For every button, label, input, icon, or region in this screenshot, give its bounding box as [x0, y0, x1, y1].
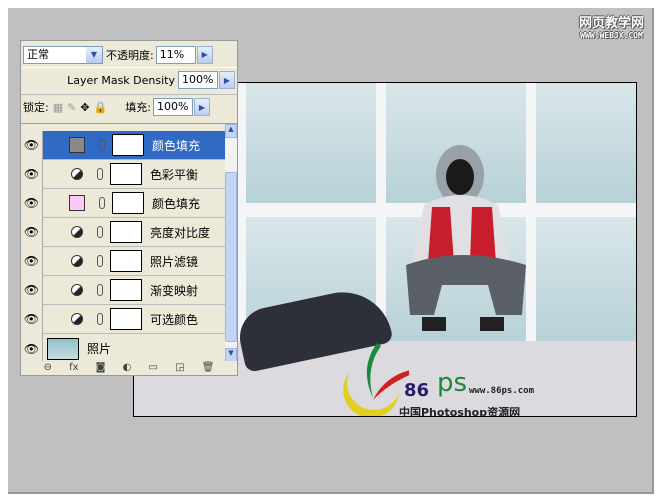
logo-number: 86	[404, 380, 430, 401]
chevron-down-icon: ▼	[86, 46, 102, 63]
layer-row[interactable]: 👁 颜色填充	[21, 188, 225, 218]
scroll-thumb[interactable]	[225, 172, 237, 342]
layer-mask-thumbnail	[110, 221, 142, 243]
eye-icon[interactable]: 👁	[21, 188, 43, 218]
layer-row[interactable]: 👁 可选颜色	[21, 304, 225, 334]
link-chain-icon[interactable]	[97, 313, 103, 325]
adjustment-layer-icon	[71, 226, 83, 238]
layer-mask-thumbnail	[112, 192, 144, 214]
lock-label: 锁定:	[23, 101, 49, 114]
layer-row[interactable]: 👁 颜色填充	[21, 130, 225, 160]
mask-density-input[interactable]: 100%	[178, 71, 218, 89]
link-chain-icon[interactable]	[97, 226, 103, 238]
logo-caption: 中国Photoshop资源网	[399, 406, 521, 417]
eye-icon[interactable]: 👁	[21, 159, 43, 189]
fx-icon[interactable]: fx	[69, 362, 78, 373]
mask-density-label: Layer Mask Density	[67, 73, 175, 87]
link-chain-icon[interactable]	[97, 284, 103, 296]
adjustment-icon[interactable]: ◐	[123, 362, 132, 373]
layer-thumbnail	[47, 337, 79, 360]
link-chain-icon[interactable]	[97, 255, 103, 267]
layer-row[interactable]: 👁 亮度对比度	[21, 217, 225, 247]
adjustment-layer-icon	[71, 168, 83, 180]
eye-icon[interactable]: 👁	[21, 130, 43, 160]
blend-mode-value: 正常	[27, 47, 49, 61]
person-figure	[406, 145, 526, 331]
lock-all-icon[interactable]: 🔒	[94, 101, 108, 114]
layer-name: 颜色填充	[152, 196, 201, 211]
eye-icon[interactable]: 👁	[21, 334, 43, 361]
layer-row[interactable]: 👁 渐变映射	[21, 275, 225, 305]
eye-icon[interactable]: 👁	[21, 217, 43, 247]
logo-url: www.86ps.com	[469, 386, 535, 396]
link-chain-icon[interactable]	[97, 168, 103, 180]
adjustment-layer-icon	[71, 313, 83, 325]
watermark-url: WWW.WEBJX.COM	[580, 31, 643, 40]
opacity-slider-button[interactable]: ▶	[196, 45, 213, 64]
fill-label: 填充:	[125, 101, 151, 114]
layers-scrollbar[interactable]: ▲ ▼	[225, 124, 237, 361]
logo-ps: ps	[437, 368, 468, 398]
lock-transparency-icon[interactable]: ▦	[53, 101, 63, 114]
opacity-input[interactable]: 11%	[155, 45, 196, 64]
fill-swatch	[69, 137, 85, 153]
layer-mask-thumbnail	[110, 308, 142, 330]
layer-mask-thumbnail	[110, 163, 142, 185]
layer-photo[interactable]: 👁 照片	[21, 334, 225, 361]
layer-name: 色彩平衡	[150, 167, 199, 182]
eye-icon[interactable]: 👁	[21, 275, 43, 305]
layers-list: 👁 颜色填充 👁 色彩平衡 👁 颜色填充 👁 亮度对比度 👁 照片滤镜 👁 渐变映射 👁 可选颜色 👁 照…	[21, 123, 237, 361]
layer-name: 照片	[87, 342, 112, 356]
lock-move-icon[interactable]: ✥	[80, 101, 89, 114]
eye-icon[interactable]: 👁	[21, 246, 43, 276]
lock-brush-icon[interactable]: ✎	[67, 101, 76, 114]
layer-mask-thumbnail	[112, 134, 144, 156]
layer-mask-thumbnail	[110, 250, 142, 272]
layer-name: 可选颜色	[150, 312, 199, 327]
trash-icon[interactable]: 🗑	[202, 362, 215, 373]
layer-name: 照片滤镜	[150, 254, 199, 269]
fill-input[interactable]: 100%	[152, 98, 193, 116]
layer-row[interactable]: 👁 照片滤镜	[21, 246, 225, 276]
layer-mask-thumbnail	[110, 279, 142, 301]
adjustment-layer-icon	[71, 284, 83, 296]
86ps-logo: 86 ps www.86ps.com 中国Photoshop资源网	[339, 338, 559, 417]
eye-icon[interactable]: 👁	[21, 304, 43, 334]
fill-swatch	[69, 195, 85, 211]
layers-toolbar: ⊖ fx ◙ ◐ ▭ ◲ 🗑	[21, 359, 237, 375]
scroll-up-icon[interactable]: ▲	[225, 124, 237, 138]
folder-icon[interactable]: ▭	[148, 362, 157, 373]
layers-panel: 正常 ▼ 不透明度: 11% ▶ Layer Mask Density 100% …	[20, 40, 238, 376]
layer-name: 亮度对比度	[150, 225, 211, 240]
layer-row[interactable]: 👁 色彩平衡	[21, 159, 225, 189]
link-chain-icon[interactable]	[99, 197, 105, 209]
mask-density-slider-button[interactable]: ▶	[219, 71, 235, 89]
fill-slider-button[interactable]: ▶	[193, 98, 210, 116]
layer-name: 渐变映射	[150, 283, 199, 298]
mask-icon[interactable]: ◙	[96, 362, 106, 373]
opacity-label: 不透明度:	[106, 48, 154, 62]
link-icon[interactable]: ⊖	[44, 362, 52, 373]
blend-mode-select[interactable]: 正常 ▼	[23, 45, 103, 64]
new-layer-icon[interactable]: ◲	[175, 362, 184, 373]
watermark: 网页教学网 WWW.WEBJX.COM	[579, 12, 644, 40]
adjustment-layer-icon	[71, 255, 83, 267]
layer-name: 颜色填充	[152, 138, 201, 153]
watermark-title: 网页教学网	[578, 16, 644, 31]
link-chain-icon[interactable]	[99, 139, 105, 151]
